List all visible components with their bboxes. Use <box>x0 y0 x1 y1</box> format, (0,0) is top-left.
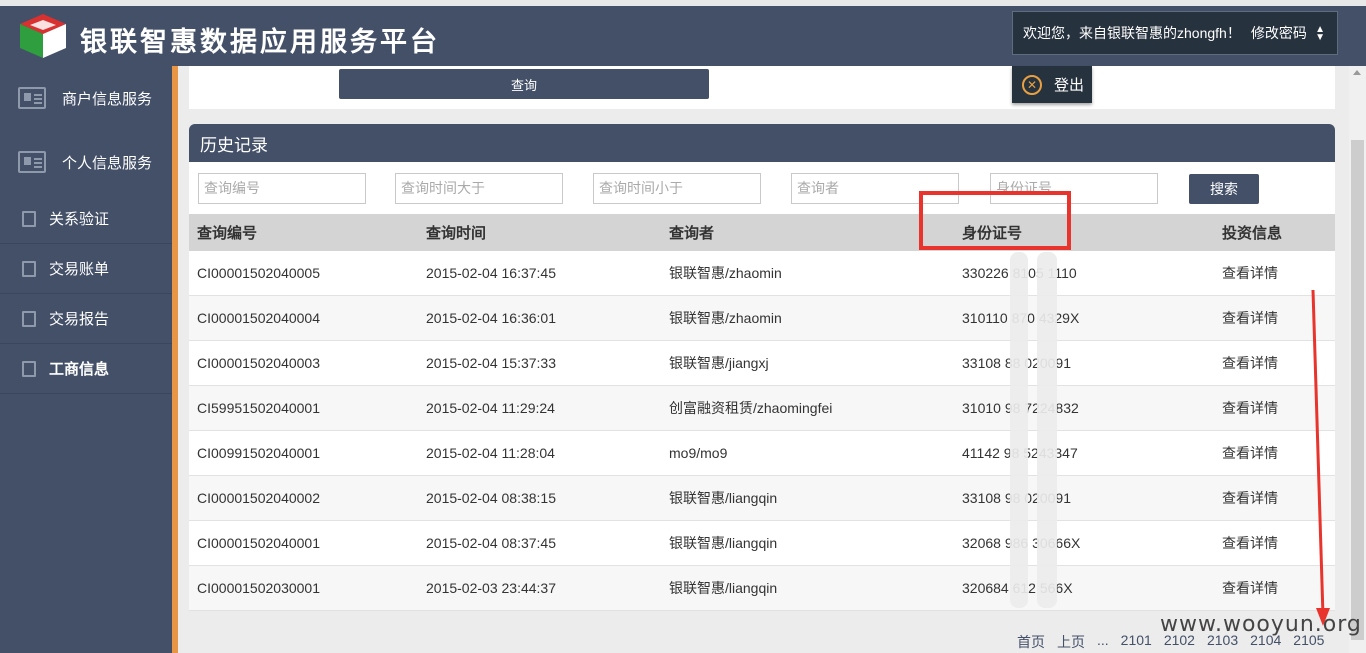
cell-id-number: 41142 98 5243347 <box>962 445 1078 461</box>
history-title: 历史记录 <box>189 124 1335 162</box>
sidebar-item-merchant-info[interactable]: 商户信息服务 <box>0 66 172 130</box>
cell-query-id: CI00001502030001 <box>197 580 321 596</box>
table-row: CI59951502040001 2015-02-04 11:29:24 创富融… <box>189 386 1335 431</box>
id-card-icon <box>18 87 46 109</box>
updown-caret-icon: ▲ ▼ <box>1315 24 1325 43</box>
scrollbar-thumb[interactable] <box>1351 140 1364 640</box>
view-details-link[interactable]: 查看详情 <box>1222 533 1278 553</box>
sidebar: 商户信息服务 个人信息服务 关系验证 交易账单 交易报告 工商信息 <box>0 66 178 653</box>
column-header: 投资信息 <box>1222 225 1283 242</box>
cell-time: 2015-02-03 23:44:37 <box>426 580 556 596</box>
view-details-link[interactable]: 查看详情 <box>1222 443 1278 463</box>
time-before-input[interactable]: 查询时间小于 <box>593 173 761 204</box>
sidebar-item-transaction-report[interactable]: 交易报告 <box>0 294 172 344</box>
cell-time: 2015-02-04 11:29:24 <box>426 400 555 416</box>
table-header: 查询编号 查询时间 查询者 身份证号 投资信息 <box>189 214 1335 251</box>
change-password-link[interactable]: 修改密码 <box>1251 23 1307 43</box>
cell-query-id: CI59951502040001 <box>197 400 321 416</box>
cell-user: 银联智惠/zhaomin <box>669 310 782 326</box>
user-menu[interactable]: 欢迎您，来自银联智惠的zhongfh！ 修改密码 ▲ ▼ <box>1012 11 1338 55</box>
logout-label: 登出 <box>1054 77 1085 94</box>
sidebar-item-label: 个人信息服务 <box>62 154 153 172</box>
cell-query-id: CI00001502040001 <box>197 535 321 551</box>
time-after-input[interactable]: 查询时间大于 <box>395 173 563 204</box>
view-details-link[interactable]: 查看详情 <box>1222 353 1278 373</box>
logout-button[interactable]: ✕ 登出 <box>1012 66 1092 103</box>
view-details-link[interactable]: 查看详情 <box>1222 488 1278 508</box>
cell-id-number: 320684 612 566X <box>962 580 1073 596</box>
cell-time: 2015-02-04 11:28:04 <box>426 445 555 461</box>
cell-user: 银联智惠/zhaomin <box>669 265 782 281</box>
document-icon <box>22 210 36 227</box>
id-card-icon <box>18 151 46 173</box>
sidebar-item-label: 关系验证 <box>49 211 110 228</box>
sidebar-item-label: 商户信息服务 <box>62 90 153 108</box>
cell-time: 2015-02-04 15:37:33 <box>426 355 556 371</box>
view-details-link[interactable]: 查看详情 <box>1222 398 1278 418</box>
sidebar-item-label: 工商信息 <box>49 361 110 378</box>
table-row: CI00001502040002 2015-02-04 08:38:15 银联智… <box>189 476 1335 521</box>
column-header: 查询时间 <box>426 225 487 242</box>
cell-user: 银联智惠/liangqin <box>669 580 778 596</box>
cell-id-number: 330226 8105 1110 <box>962 265 1077 281</box>
cell-time: 2015-02-04 16:36:01 <box>426 310 556 326</box>
columns-icon <box>22 260 36 277</box>
cell-id-number: 33108 88 020091 <box>962 355 1071 371</box>
cell-user: mo9/mo9 <box>669 445 728 461</box>
red-arrow-icon <box>1311 290 1330 626</box>
table-row: CI00991502040001 2015-02-04 11:28:04 mo9… <box>189 431 1335 476</box>
cell-query-id: CI00001502040005 <box>197 265 321 281</box>
view-details-link[interactable]: 查看详情 <box>1222 263 1278 283</box>
sidebar-item-transaction-bill[interactable]: 交易账单 <box>0 244 172 294</box>
scroll-up-icon[interactable] <box>1353 70 1361 75</box>
column-header: 查询者 <box>669 225 715 242</box>
pager-prev[interactable]: 上页 <box>1057 632 1085 652</box>
history-table: 查询编号 查询时间 查询者 身份证号 投资信息 CI00001502040005… <box>189 214 1335 611</box>
pager-ellipsis: ... <box>1097 632 1109 648</box>
report-icon <box>22 310 36 327</box>
cell-user: 银联智惠/liangqin <box>669 490 778 506</box>
cell-query-id: CI00001502040002 <box>197 490 321 506</box>
pager-page[interactable]: 2101 <box>1121 632 1152 652</box>
table-row: CI00001502030001 2015-02-03 23:44:37 银联智… <box>189 566 1335 611</box>
table-row: CI00001502040001 2015-02-04 08:37:45 银联智… <box>189 521 1335 566</box>
filter-bar: 查询编号 查询时间大于 查询时间小于 查询者 身份证号 搜索 <box>189 162 1335 214</box>
table-row: CI00001502040003 2015-02-04 15:37:33 银联智… <box>189 341 1335 386</box>
pager-first[interactable]: 首页 <box>1017 632 1045 652</box>
cell-id-number: 32068 986 30666X <box>962 535 1081 551</box>
sidebar-item-label: 交易账单 <box>49 261 110 278</box>
query-id-input[interactable]: 查询编号 <box>198 173 366 204</box>
cell-time: 2015-02-04 16:37:45 <box>426 265 556 281</box>
sidebar-item-business-info[interactable]: 工商信息 <box>0 344 172 394</box>
sidebar-item-personal-info[interactable]: 个人信息服务 <box>0 130 172 194</box>
highlight-box <box>919 191 1071 250</box>
clipboard-icon <box>22 360 36 377</box>
cell-query-id: CI00001502040004 <box>197 310 321 326</box>
logo-cube-icon <box>20 14 66 58</box>
cell-id-number: 310110 870 4329X <box>962 310 1080 326</box>
cell-time: 2015-02-04 08:37:45 <box>426 535 556 551</box>
cell-user: 银联智惠/liangqin <box>669 535 778 551</box>
table-row: CI00001502040005 2015-02-04 16:37:45 银联智… <box>189 251 1335 296</box>
cell-time: 2015-02-04 08:38:15 <box>426 490 556 506</box>
watermark: www.wooyun.org <box>1160 612 1362 637</box>
cell-query-id: CI00001502040003 <box>197 355 321 371</box>
cell-user: 创富融资租赁/zhaomingfei <box>669 400 833 416</box>
cell-id-number: 33108 98 020091 <box>962 490 1071 506</box>
brand-title: 银联智惠数据应用服务平台 <box>80 27 440 58</box>
cell-user: 银联智惠/jiangxj <box>669 355 769 371</box>
cell-id-number: 31010 98 7224832 <box>962 400 1079 416</box>
search-button[interactable]: 搜索 <box>1189 174 1259 204</box>
view-details-link[interactable]: 查看详情 <box>1222 308 1278 328</box>
table-row: CI00001502040004 2015-02-04 16:36:01 银联智… <box>189 296 1335 341</box>
column-header: 查询编号 <box>197 225 258 242</box>
vertical-scrollbar[interactable] <box>1349 66 1366 653</box>
view-details-link[interactable]: 查看详情 <box>1222 578 1278 598</box>
welcome-text: 欢迎您，来自银联智惠的zhongfh！ <box>1023 25 1241 41</box>
cell-query-id: CI00991502040001 <box>197 445 321 461</box>
query-button[interactable]: 查询 <box>339 69 709 99</box>
sidebar-item-relation-verify[interactable]: 关系验证 <box>0 194 172 244</box>
sidebar-item-label: 交易报告 <box>49 311 110 328</box>
close-circle-icon: ✕ <box>1022 74 1042 95</box>
